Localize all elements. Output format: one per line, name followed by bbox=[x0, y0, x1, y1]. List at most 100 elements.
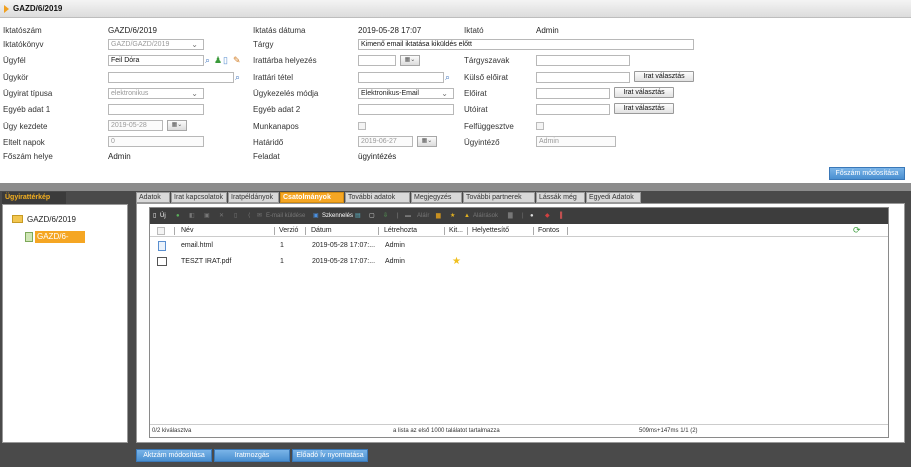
search-icon[interactable]: ⌕ bbox=[445, 72, 450, 82]
irat-valasztas-button[interactable]: Irat választás bbox=[614, 103, 674, 114]
share-icon[interactable]: ⟨ bbox=[248, 208, 250, 224]
ugykezeles-modja-select[interactable]: Elektronikus-Email ⌄ bbox=[358, 88, 454, 99]
eloado-iv-nyomtatasa-button[interactable]: Előadó Ív nyomtatása bbox=[292, 449, 368, 462]
column-datum[interactable]: Dátum bbox=[311, 227, 332, 234]
export-icon[interactable]: ▌ bbox=[560, 208, 564, 224]
row-nev[interactable]: TESZT IRAT.pdf bbox=[181, 258, 231, 265]
iratmozgas-button[interactable]: Iratmozgás bbox=[214, 449, 290, 462]
row-datum: 2019-05-28 17:07:... bbox=[312, 258, 376, 265]
column-separator bbox=[567, 227, 568, 235]
tree-root-node[interactable]: GAZD/6/2019 bbox=[27, 215, 76, 224]
case-tree: GAZD/6/2019 GAZD/6-1/2019 bbox=[2, 204, 128, 443]
timing-info: 509ms+147ms 1/1 (2) bbox=[639, 428, 698, 434]
document-icon[interactable]: ▯ bbox=[234, 208, 237, 224]
download-icon[interactable]: ⇩ bbox=[383, 208, 388, 224]
chevron-down-icon: ⌄ bbox=[191, 40, 198, 49]
scan-button[interactable]: Szkennelés bbox=[322, 208, 353, 224]
tab-lassak-meg[interactable]: Lássák még bbox=[536, 192, 585, 203]
column-kit[interactable]: Kit... bbox=[449, 227, 463, 234]
irattarba-helyezes-input[interactable] bbox=[358, 55, 396, 66]
upload-icon[interactable]: ▤ bbox=[355, 208, 361, 224]
new-icon[interactable]: ▯ bbox=[153, 208, 156, 224]
irat-valasztas-button[interactable]: Irat választás bbox=[634, 71, 694, 82]
tab-adatok[interactable]: Adatok bbox=[136, 192, 170, 203]
copy-icon[interactable]: ◧ bbox=[189, 208, 195, 224]
column-fontos[interactable]: Fontos bbox=[538, 227, 559, 234]
tab-egyedi-adatok[interactable]: Egyedi Adatok bbox=[586, 192, 641, 203]
munkanapos-checkbox[interactable] bbox=[358, 122, 366, 130]
foszam-helye-label: Főszám helye bbox=[3, 152, 53, 161]
table-row[interactable]: email.html 1 2019-05-28 17:07:... Admin bbox=[150, 239, 888, 253]
delete-icon[interactable]: ✕ bbox=[219, 208, 224, 224]
calendar-icon[interactable]: ▦⌄ bbox=[400, 55, 420, 66]
search-icon[interactable]: ⌕ bbox=[205, 55, 210, 65]
signatures-button[interactable]: Aláírások bbox=[473, 208, 498, 224]
column-separator bbox=[274, 227, 275, 235]
ugykor-label: Ügykör bbox=[3, 73, 29, 82]
folder-icon[interactable]: ▣ bbox=[204, 208, 210, 224]
search-icon[interactable]: ⌕ bbox=[235, 72, 240, 82]
tab-irat-kapcsolatok[interactable]: Irat kapcsolatok bbox=[171, 192, 227, 203]
new-button-label[interactable]: Új bbox=[160, 208, 166, 224]
tab-csatolmanyok[interactable]: Csatolmányok bbox=[280, 192, 344, 203]
selection-count: 0/2 kiválasztva bbox=[152, 428, 192, 434]
foszam-modositasa-button[interactable]: Főszám módosítása bbox=[829, 167, 905, 180]
column-letrehozta[interactable]: Létrehozta bbox=[384, 227, 417, 234]
column-nev[interactable]: Név bbox=[181, 227, 193, 234]
document-icon bbox=[25, 232, 33, 242]
ugyirat-tipusa-select[interactable]: elektronikus ⌄ bbox=[108, 88, 204, 99]
folder-icon bbox=[12, 215, 23, 223]
ugy-kezdete-input[interactable]: 2019-05-28 bbox=[108, 120, 163, 131]
egyeb-adat-2-input[interactable] bbox=[358, 104, 454, 115]
refresh-icon[interactable]: ● bbox=[176, 208, 180, 224]
sign-button[interactable]: Aláír bbox=[417, 208, 429, 224]
calendar-icon[interactable]: ▦⌄ bbox=[417, 136, 437, 147]
document-icon[interactable]: ▯ bbox=[223, 55, 228, 65]
kulso-eloirat-input[interactable] bbox=[536, 72, 630, 83]
aktzam-modositasa-button[interactable]: Aktzám módosítása bbox=[136, 449, 212, 462]
targyszavak-input[interactable] bbox=[536, 55, 630, 66]
table-row[interactable]: TESZT IRAT.pdf 1 2019-05-28 17:07:... Ad… bbox=[150, 255, 888, 269]
utoirat-input[interactable] bbox=[536, 104, 610, 115]
edit-icon[interactable]: ✎ bbox=[233, 55, 241, 65]
irat-valasztas-button[interactable]: Irat választás bbox=[614, 87, 674, 98]
iktato-label: Iktató bbox=[464, 26, 484, 35]
print-icon[interactable]: ▢ bbox=[369, 208, 375, 224]
targy-input[interactable]: Kimenő email iktatása kiküldés előtt bbox=[358, 39, 694, 50]
ugyfel-input[interactable]: Feil Dóra bbox=[108, 55, 204, 66]
hatarido-input[interactable]: 2019-06-27 bbox=[358, 136, 413, 147]
row-nev[interactable]: email.html bbox=[181, 242, 213, 249]
iktatas-datuma-value: 2019-05-28 17:07 bbox=[358, 26, 422, 35]
iktatokonyv-select[interactable]: GAZD/GAZD/2019 ⌄ bbox=[108, 39, 204, 50]
lock-icon[interactable]: ▇ bbox=[508, 208, 513, 224]
row-verzio: 1 bbox=[280, 258, 284, 265]
sign-icon[interactable]: ▬ bbox=[405, 208, 411, 224]
star-icon[interactable]: ★ bbox=[452, 256, 461, 267]
eloirat-input[interactable] bbox=[536, 88, 610, 99]
user-icon[interactable]: ● bbox=[530, 208, 534, 224]
tab-ugyiratterkep[interactable]: Ügyirattérkép bbox=[2, 192, 66, 204]
warning-icon[interactable]: ▲ bbox=[464, 208, 470, 224]
refresh-icon[interactable]: ⟳ bbox=[853, 225, 861, 236]
tree-selected-node[interactable]: GAZD/6-1/2019 bbox=[35, 231, 85, 253]
tab-iratpeldanyok[interactable]: Iratpéldányok bbox=[228, 192, 279, 203]
column-verzio[interactable]: Verzió bbox=[279, 227, 298, 234]
scan-icon[interactable]: ▣ bbox=[313, 208, 319, 224]
pdf-icon[interactable]: ◆ bbox=[545, 208, 550, 224]
star-icon[interactable]: ★ bbox=[450, 208, 455, 224]
column-helyettesito[interactable]: Helyettesítő bbox=[472, 227, 509, 234]
folder-open-icon[interactable]: ▆ bbox=[436, 208, 441, 224]
ugykor-input[interactable] bbox=[108, 72, 234, 83]
egyeb-adat-1-input[interactable] bbox=[108, 104, 204, 115]
user-add-icon[interactable]: ♟ bbox=[214, 55, 222, 65]
tab-tovabbi-adatok[interactable]: További adatok bbox=[345, 192, 410, 203]
email-icon[interactable]: ✉ bbox=[257, 208, 262, 224]
ugyintezo-input[interactable]: Admin bbox=[536, 136, 616, 147]
irattari-tetel-input[interactable] bbox=[358, 72, 444, 83]
email-send-button[interactable]: E-mail küldése bbox=[266, 208, 305, 224]
select-all-checkbox[interactable] bbox=[157, 227, 165, 235]
tab-tovabbi-partnerek[interactable]: További partnerek bbox=[463, 192, 535, 203]
calendar-icon[interactable]: ▦⌄ bbox=[167, 120, 187, 131]
felfuggesztve-checkbox[interactable] bbox=[536, 122, 544, 130]
tab-megjegyzes[interactable]: Megjegyzés bbox=[411, 192, 462, 203]
